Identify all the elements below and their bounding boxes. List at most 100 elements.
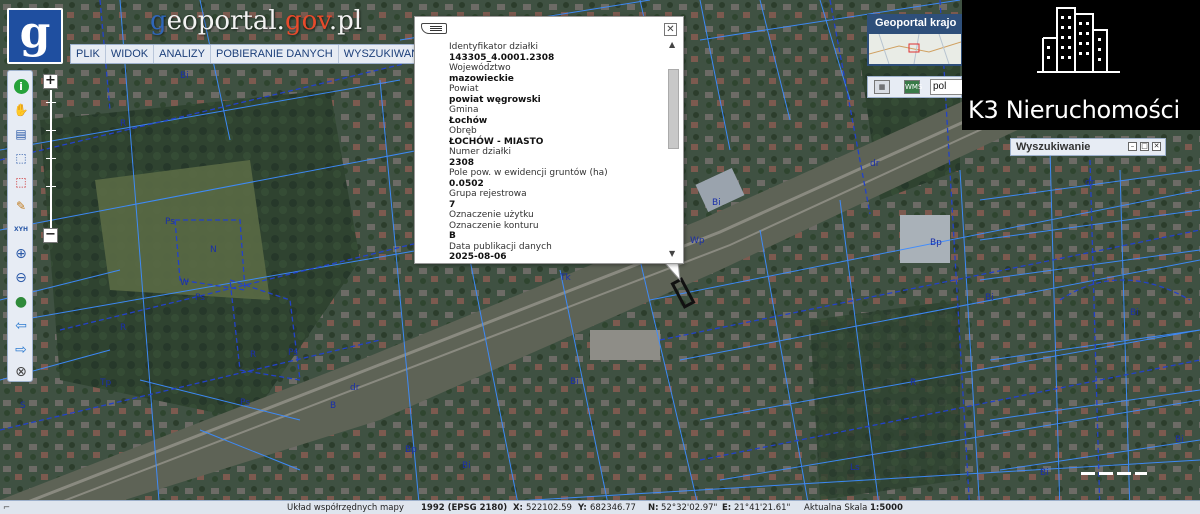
arrow-left-icon[interactable]: ⇦ xyxy=(12,317,30,335)
zoom-minus-button[interactable]: − xyxy=(43,228,58,243)
field-label: Data publikacji danych xyxy=(449,241,552,252)
field-label: Oznaczenie konturu xyxy=(449,220,539,231)
left-toolbar: i ✋ ▤ ⬚ ⬚ ✎ XYH ⊕ ⊖ ● ⇦ ⇨ ⊗ xyxy=(7,70,33,382)
select-area-icon[interactable]: ⬚ xyxy=(12,149,30,167)
globe-icon[interactable]: ● xyxy=(12,293,30,311)
zoom-track[interactable] xyxy=(50,90,52,228)
zoom-plus-button[interactable]: + xyxy=(43,74,58,89)
map-scale-bar xyxy=(1081,469,1147,477)
geoportal-logo[interactable]: g xyxy=(7,8,63,64)
svg-text:W: W xyxy=(180,278,189,288)
field-label: Numer działki xyxy=(449,147,512,157)
svg-text:S: S xyxy=(20,401,26,411)
zoom-out-icon[interactable]: ⊖ xyxy=(12,269,30,287)
zoom-in-icon[interactable]: ⊕ xyxy=(12,245,30,263)
field-label: Grupa rejestrowa xyxy=(449,189,527,199)
menu-item-analizy[interactable]: ANALIZY xyxy=(154,45,211,63)
hand-pan-icon[interactable]: ✋ xyxy=(12,101,30,119)
e-label: E: xyxy=(722,503,732,513)
overview-map-graphic xyxy=(868,33,962,65)
site-title-suffix: .pl xyxy=(328,6,363,36)
svg-text:dr: dr xyxy=(1085,178,1095,188)
svg-text:Bi: Bi xyxy=(570,377,579,387)
info-icon[interactable]: i xyxy=(12,77,30,95)
scale-label: Aktualna Skala xyxy=(804,503,868,513)
overview-search-input[interactable]: pol xyxy=(930,79,964,95)
field-label: Gmina xyxy=(449,105,479,115)
coord-system-value: 1992 (EPSG 2180) xyxy=(421,503,508,513)
svg-text:Ls: Ls xyxy=(850,463,860,473)
overview-map-panel: Geoportal krajo xyxy=(867,14,962,66)
overview-toolbar: ▦ WMS pol xyxy=(867,76,964,98)
svg-text:Bi: Bi xyxy=(1040,468,1049,478)
layers-list-icon[interactable]: ▤ xyxy=(12,125,30,143)
overview-title: Geoportal krajo xyxy=(875,17,957,29)
maximize-icon[interactable]: □ xyxy=(1140,142,1149,151)
pencil-icon[interactable]: ✎ xyxy=(12,197,30,215)
field-label: Obręb xyxy=(449,126,477,136)
y-value: 682346.77 xyxy=(590,503,636,513)
menu-item-pobieranie-danych[interactable]: POBIERANIE DANYCH xyxy=(211,45,339,63)
svg-text:Bi: Bi xyxy=(180,71,189,81)
wms-tool-icon[interactable]: WMS xyxy=(904,80,922,94)
field-value: 2308 xyxy=(449,157,475,168)
svg-text:Wp: Wp xyxy=(690,236,705,246)
svg-text:dr: dr xyxy=(350,383,360,393)
svg-text:Ps: Ps xyxy=(288,348,298,358)
zoom-slider[interactable]: + − xyxy=(43,74,59,244)
field-value: B xyxy=(449,231,456,241)
svg-text:Bi: Bi xyxy=(1130,308,1139,318)
scroll-down-icon[interactable]: ▼ xyxy=(669,250,675,258)
site-title-gov: gov xyxy=(284,6,329,36)
svg-text:Bp: Bp xyxy=(930,238,942,248)
arrow-right-icon[interactable]: ⇨ xyxy=(12,341,30,359)
main-menu: PLIK WIDOK ANALIZY POBIERANIE DANYCH WYS… xyxy=(70,44,436,64)
overview-map[interactable] xyxy=(868,33,962,65)
popup-body: Identyfikator działki 143305_4.0001.2308… xyxy=(449,42,669,262)
compass-icon[interactable]: ⊗ xyxy=(12,363,30,381)
svg-text:R: R xyxy=(120,323,126,333)
search-panel-title: Wyszukiwanie xyxy=(1016,141,1091,153)
popup-close-button[interactable]: ✕ xyxy=(664,23,677,36)
zoom-tick xyxy=(46,158,56,159)
field-value: mazowieckie xyxy=(449,73,514,84)
select-red-icon[interactable]: ⬚ xyxy=(12,173,30,191)
status-bar: ⌐ Układ współrzędnych mapy 1992 (EPSG 21… xyxy=(0,500,1200,514)
scroll-thumb[interactable] xyxy=(668,69,679,149)
search-panel: Wyszukiwanie – □ ✕ xyxy=(1010,138,1166,156)
field-label: Oznaczenie użytku xyxy=(449,210,534,220)
svg-text:Tp: Tp xyxy=(99,378,111,388)
field-value: powiat węgrowski xyxy=(449,94,541,105)
svg-text:Bp: Bp xyxy=(405,445,417,455)
svg-text:Ps: Ps xyxy=(195,293,205,303)
coord-system-label: Układ współrzędnych mapy xyxy=(287,503,404,513)
svg-text:Tk: Tk xyxy=(559,273,571,283)
popup-header: ✕ xyxy=(415,17,683,39)
n-label: N: xyxy=(648,503,659,513)
k3-brand-overlay: K3 Nieruchomości xyxy=(962,0,1200,130)
popup-scrollbar[interactable]: ▲ ▼ xyxy=(667,41,680,261)
menu-item-widok[interactable]: WIDOK xyxy=(106,45,155,63)
zoom-tick xyxy=(46,130,56,131)
x-value: 522102.59 xyxy=(526,503,572,513)
field-label: Województwo xyxy=(449,63,511,73)
scroll-up-icon[interactable]: ▲ xyxy=(669,41,675,49)
zoom-tick xyxy=(46,102,56,103)
field-label: Pole pow. w ewidencji gruntów (ha) xyxy=(449,168,608,178)
popup-menu-icon[interactable] xyxy=(421,23,447,34)
y-label: Y: xyxy=(578,503,587,513)
grid-tool-icon[interactable]: ▦ xyxy=(874,80,890,94)
xyh-icon[interactable]: XYH xyxy=(12,221,30,239)
svg-text:N: N xyxy=(210,245,217,255)
menu-item-plik[interactable]: PLIK xyxy=(71,45,106,63)
field-label: Identyfikator działki xyxy=(449,42,539,52)
svg-text:B: B xyxy=(330,401,336,411)
status-left-icon: ⌐ xyxy=(3,503,11,513)
site-title-g: g xyxy=(150,6,167,36)
scale-value: 1:5000 xyxy=(870,503,903,513)
e-value: 21°41'21.61" xyxy=(734,503,791,513)
minimize-icon[interactable]: – xyxy=(1128,142,1137,151)
brand-text: K3 Nieruchomości xyxy=(968,96,1180,124)
svg-text:Bi: Bi xyxy=(985,293,994,303)
close-icon[interactable]: ✕ xyxy=(1152,142,1161,151)
